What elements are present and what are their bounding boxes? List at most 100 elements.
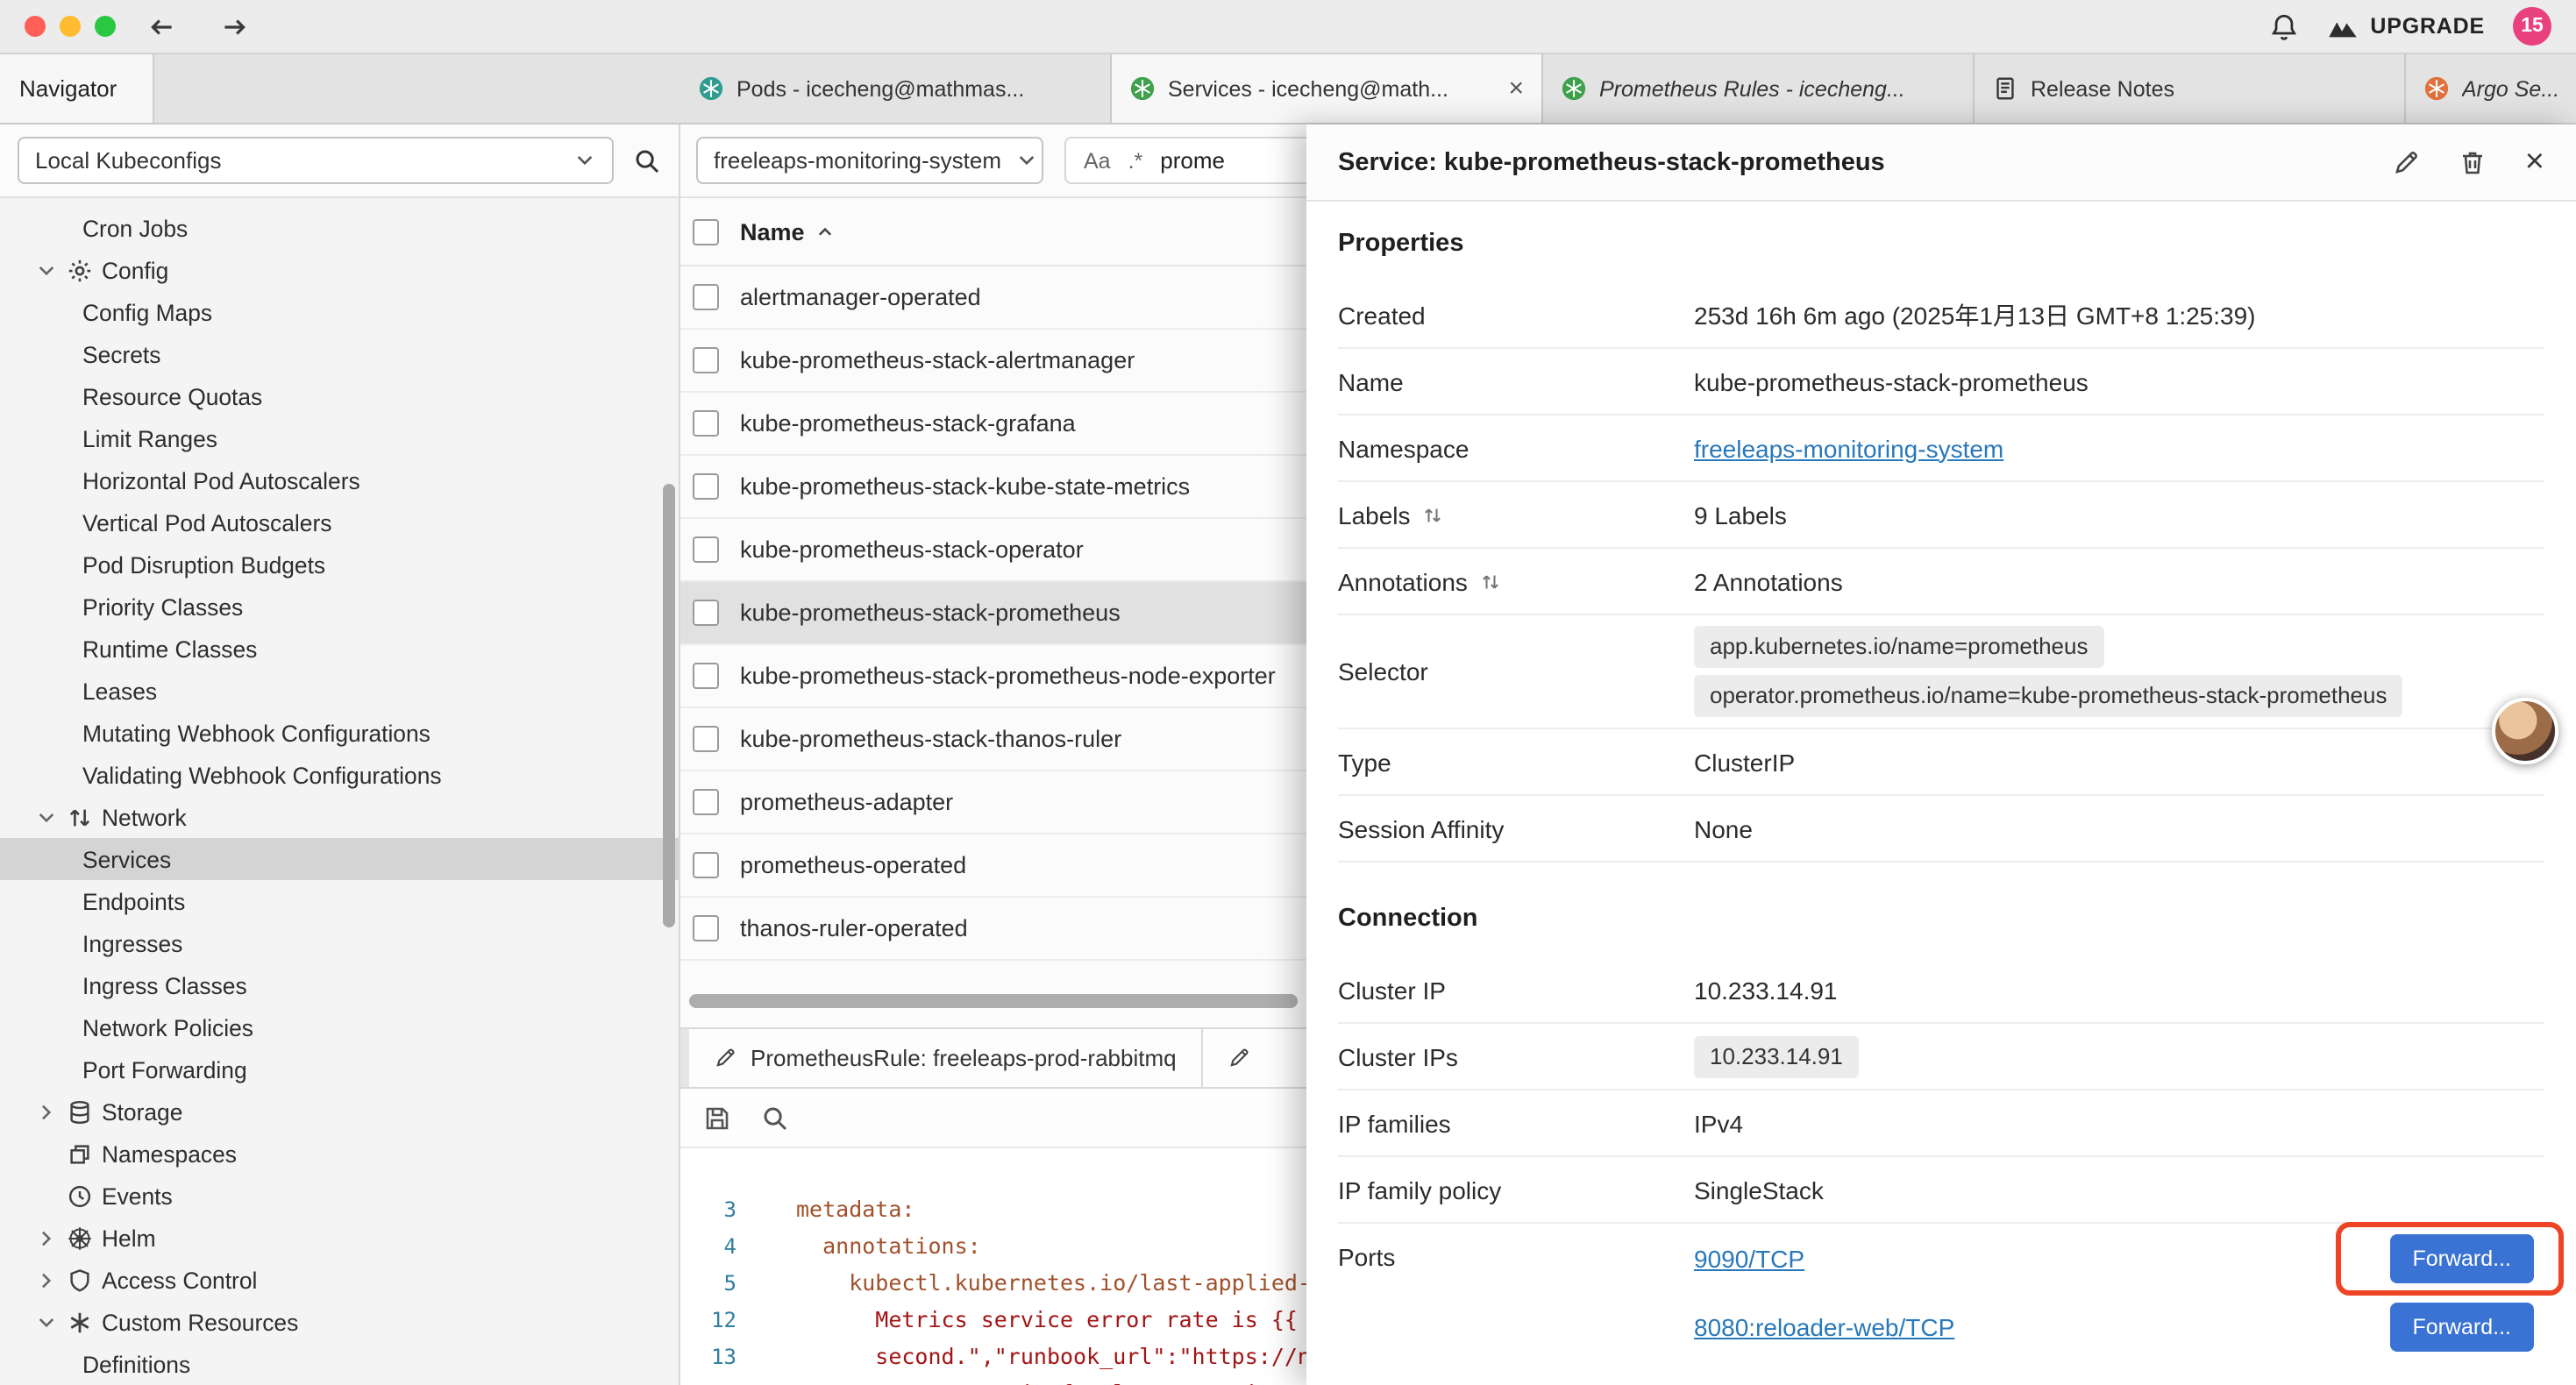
forward-arrow-icon[interactable] [219, 11, 249, 41]
drawer-row-value: IPv4 [1694, 1109, 2544, 1137]
trash-icon[interactable] [2459, 148, 2487, 176]
row-checkbox[interactable] [693, 852, 719, 878]
notification-count-badge[interactable]: 15 [2513, 7, 2551, 46]
match-case-icon[interactable]: Aa [1084, 148, 1111, 173]
sidebar-item-mutating-webhook-configurations[interactable]: Mutating Webhook Configurations [0, 712, 679, 754]
sidebar-item-network[interactable]: Network [0, 796, 679, 838]
drawer-row-selector: Selectorapp.kubernetes.io/name=prometheu… [1338, 615, 2544, 729]
chevron-down-icon[interactable] [35, 259, 58, 281]
namespace-select-value: freeleaps-monitoring-system [714, 147, 1001, 174]
name-column-header[interactable]: Name [740, 218, 835, 245]
kubeconfig-select[interactable]: Local Kubeconfigs [18, 137, 614, 184]
regex-icon[interactable]: .* [1128, 148, 1143, 173]
forward-button[interactable]: Forward... [2389, 1233, 2534, 1282]
row-checkbox[interactable] [693, 600, 719, 626]
drawer-row-label: Annotations [1338, 567, 1694, 595]
sidebar-item-custom-resources[interactable]: Custom Resources [0, 1301, 679, 1343]
sidebar-item-events[interactable]: Events [0, 1175, 679, 1217]
row-checkbox[interactable] [693, 536, 719, 563]
row-checkbox[interactable] [693, 410, 719, 437]
sidebar-item-services[interactable]: Services [0, 838, 679, 880]
sidebar-item-label: Pod Disruption Budgets [82, 551, 325, 578]
sidebar-item-priority-classes[interactable]: Priority Classes [0, 586, 679, 628]
sidebar-item-config[interactable]: Config [0, 249, 679, 291]
close-icon[interactable] [2525, 146, 2544, 179]
drawer-row-value: 253d 16h 6m ago (2025年1月13日 GMT+8 1:25:3… [1694, 297, 2544, 332]
service-name: prometheus-operated [740, 852, 966, 878]
sidebar-item-helm[interactable]: Helm [0, 1217, 679, 1259]
tab-argo-se[interactable]: Argo Se... [2406, 54, 2576, 123]
sidebar-item-horizontal-pod-autoscalers[interactable]: Horizontal Pod Autoscalers [0, 459, 679, 501]
chevron-right-icon[interactable] [35, 1268, 58, 1291]
sidebar-item-label: Resource Quotas [82, 383, 262, 409]
back-arrow-icon[interactable] [147, 11, 177, 41]
window-zoom-button[interactable] [95, 16, 116, 37]
window-minimize-button[interactable] [60, 16, 81, 37]
sidebar-item-secrets[interactable]: Secrets [0, 333, 679, 375]
sidebar-item-leases[interactable]: Leases [0, 670, 679, 712]
sidebar-item-ingress-classes[interactable]: Ingress Classes [0, 964, 679, 1006]
chevron-down-icon[interactable] [35, 1310, 58, 1333]
sidebar-item-validating-webhook-configurations[interactable]: Validating Webhook Configurations [0, 754, 679, 796]
window-close-button[interactable] [25, 16, 46, 37]
horizontal-scrollbar[interactable] [689, 994, 1298, 1008]
sidebar-item-network-policies[interactable]: Network Policies [0, 1006, 679, 1048]
tab-services-icecheng-math[interactable]: Services - icecheng@math... [1112, 54, 1543, 123]
notifications-bell-icon[interactable] [2268, 11, 2298, 41]
sort-toggle-icon[interactable] [1480, 571, 1501, 592]
chevron-right-icon[interactable] [35, 1226, 58, 1249]
sidebar-item-definitions[interactable]: Definitions [0, 1343, 679, 1385]
drawer-row-value: freeleaps-monitoring-system [1694, 434, 2544, 462]
tab-close-icon[interactable] [1508, 75, 1524, 102]
sidebar-item-config-maps[interactable]: Config Maps [0, 291, 679, 333]
row-checkbox[interactable] [693, 915, 719, 941]
tab-prometheus-rules-icecheng[interactable]: Prometheus Rules - icecheng... [1543, 54, 1975, 123]
sidebar-item-cron-jobs[interactable]: Cron Jobs [0, 207, 679, 249]
sidebar-item-limit-ranges[interactable]: Limit Ranges [0, 417, 679, 459]
port-link[interactable]: 9090/TCP [1694, 1244, 1804, 1272]
updown-icon [67, 804, 93, 830]
sidebar-item-port-forwarding[interactable]: Port Forwarding [0, 1048, 679, 1090]
service-name: kube-prometheus-stack-grafana [740, 410, 1076, 437]
sidebar-item-pod-disruption-budgets[interactable]: Pod Disruption Budgets [0, 543, 679, 586]
edit-icon[interactable] [2392, 148, 2420, 176]
avatar[interactable] [2492, 698, 2558, 764]
sidebar-item-access-control[interactable]: Access Control [0, 1259, 679, 1301]
save-icon[interactable] [703, 1104, 731, 1132]
editor-tab-prometheusrule[interactable]: PrometheusRule: freeleaps-prod-rabbitmq [689, 1029, 1203, 1087]
sidebar-item-endpoints[interactable]: Endpoints [0, 880, 679, 922]
forward-button[interactable]: Forward... [2389, 1302, 2534, 1351]
tab-pods-icecheng-mathmas[interactable]: Pods - icecheng@mathmas... [680, 54, 1112, 123]
sidebar-item-resource-quotas[interactable]: Resource Quotas [0, 375, 679, 417]
sidebar-item-namespaces[interactable]: Namespaces [0, 1133, 679, 1175]
sidebar-item-storage[interactable]: Storage [0, 1090, 679, 1133]
sidebar-item-ingresses[interactable]: Ingresses [0, 922, 679, 964]
row-checkbox[interactable] [693, 347, 719, 373]
namespace-link[interactable]: freeleaps-monitoring-system [1694, 434, 2003, 462]
namespace-select[interactable]: freeleaps-monitoring-system [696, 137, 1043, 184]
sort-toggle-icon[interactable] [1423, 504, 1444, 525]
lens-app-window: UPGRADE 15 Navigator Pods - icecheng@mat… [0, 0, 2576, 1385]
sidebar-scrollbar[interactable] [663, 484, 675, 927]
chevron-down-icon[interactable] [35, 806, 58, 828]
chevron-right-icon[interactable] [35, 1100, 58, 1123]
sidebar-item-vertical-pod-autoscalers[interactable]: Vertical Pod Autoscalers [0, 501, 679, 543]
row-checkbox[interactable] [693, 284, 719, 310]
row-checkbox[interactable] [693, 473, 719, 500]
drawer-row-label: Session Affinity [1338, 814, 1694, 842]
select-all-checkbox[interactable] [693, 218, 719, 245]
drawer-row-value: 9090/TCP Forward... 8080:reloader-web/TCP F… [1694, 1224, 2544, 1360]
layers-icon [67, 1140, 93, 1167]
sidebar-search-icon[interactable] [633, 146, 661, 174]
port-link[interactable]: 8080:reloader-web/TCP [1694, 1312, 1954, 1340]
row-checkbox[interactable] [693, 789, 719, 815]
upgrade-button[interactable]: UPGRADE [2326, 11, 2485, 42]
service-name: prometheus-adapter [740, 789, 953, 815]
editor-search-icon[interactable] [761, 1104, 789, 1132]
section-heading-properties: Properties [1338, 230, 2544, 265]
tab-release-notes[interactable]: Release Notes [1975, 54, 2406, 123]
window-titlebar: UPGRADE 15 [0, 0, 2576, 54]
sidebar-item-runtime-classes[interactable]: Runtime Classes [0, 628, 679, 670]
row-checkbox[interactable] [693, 663, 719, 689]
row-checkbox[interactable] [693, 726, 719, 752]
